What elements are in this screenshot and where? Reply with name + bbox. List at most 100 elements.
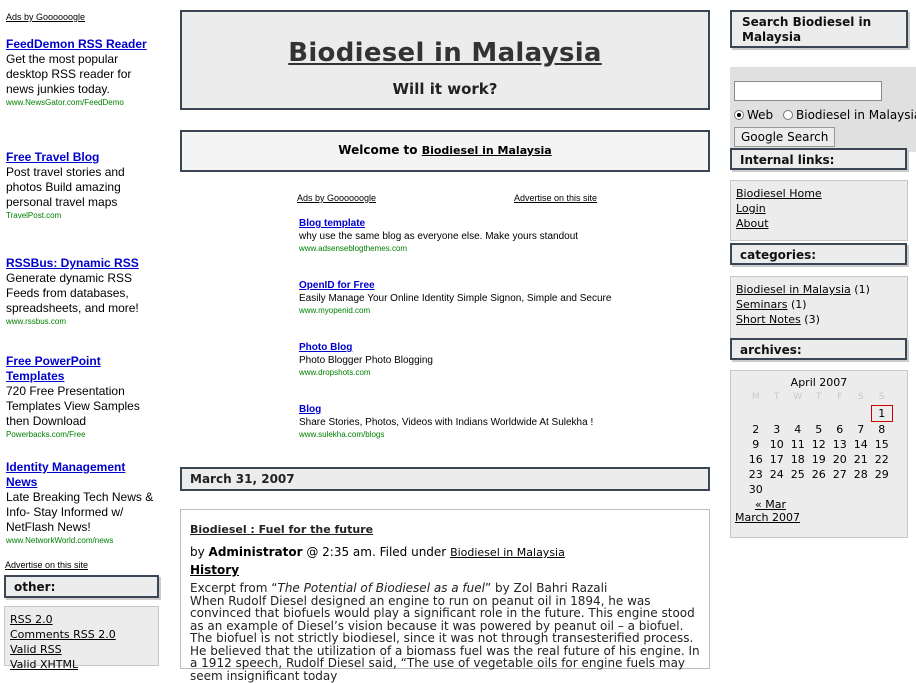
radio-web[interactable] xyxy=(734,110,744,120)
calendar-grid: M T W T F S S 1 2 3 4 5 6 7 8 9 10 11 12 13 14 15 16 17 1… xyxy=(745,390,893,497)
excerpt-author: ” by Zol Bahri Razali xyxy=(484,581,608,595)
calendar-day: 6 xyxy=(836,422,844,436)
calendar-empty-cell xyxy=(850,406,871,422)
ad-title-link[interactable]: Blog xyxy=(299,403,619,416)
advertise-link[interactable]: Advertise on this site xyxy=(5,560,88,570)
ad-url[interactable]: www.NetworkWorld.com/news xyxy=(6,535,156,546)
weekday-label: T xyxy=(816,392,822,403)
category-item: Seminars (1) xyxy=(736,297,902,312)
biodiesel-home-link[interactable]: Biodiesel Home xyxy=(736,186,902,201)
calendar-day: 30 xyxy=(748,483,763,496)
comments-rss-link[interactable]: Comments RSS 2.0 xyxy=(10,627,153,642)
ad-title-link[interactable]: Identity Management News xyxy=(6,460,156,490)
about-link[interactable]: About xyxy=(736,216,902,231)
calendar-day: 24 xyxy=(769,468,784,481)
calendar-day: 12 xyxy=(811,438,826,451)
weekday-label: S xyxy=(878,392,885,402)
calendar-day: 3 xyxy=(773,422,781,436)
other-links: RSS 2.0 Comments RSS 2.0 Valid RSS Valid… xyxy=(4,606,159,671)
calendar-empty-cell xyxy=(745,406,766,422)
previous-month-link[interactable]: « Mar xyxy=(755,498,786,511)
calendar-empty-cell xyxy=(808,482,829,497)
post-title-link[interactable]: Biodiesel : Fuel for the future xyxy=(190,523,373,536)
calendar-week: 2345678 xyxy=(745,422,892,438)
google-search-button[interactable]: Google Search xyxy=(734,127,836,147)
calendar-day: 26 xyxy=(811,468,826,481)
ad-url[interactable]: www.adsenseblogthemes.com xyxy=(299,243,619,254)
ad-title-link[interactable]: Free PowerPoint Templates xyxy=(6,354,156,384)
ad-text: Share Stories, Photos, Videos with India… xyxy=(299,417,594,428)
ad-title-link[interactable]: RSSBus: Dynamic RSS xyxy=(6,256,156,271)
ads-by-google-link[interactable]: Ads by Goooooogle xyxy=(297,193,376,203)
rss-link[interactable]: RSS 2.0 xyxy=(10,612,153,627)
ads-by-google-link[interactable]: Ads by Goooooogle xyxy=(6,12,156,22)
site-title-link[interactable]: Biodiesel in Malaysia xyxy=(288,38,602,68)
category-count: (3) xyxy=(804,313,820,326)
calendar-week: 23 24 25 26 27 28 29 xyxy=(745,467,892,482)
post-author: Administrator xyxy=(208,545,303,559)
calendar-day: 10 xyxy=(769,438,784,451)
center-ad-item: Photo Blog Photo Blogger Photo Blogging … xyxy=(299,341,619,378)
calendar-day: 1 xyxy=(870,405,893,422)
ad-text: Get the most popular desktop RSS reader … xyxy=(6,52,132,96)
calendar-empty-cell xyxy=(766,406,787,422)
ad-title-link[interactable]: Free Travel Blog xyxy=(6,150,156,165)
categories-heading: categories: xyxy=(730,243,907,265)
ad-url[interactable]: Powerbacks.com/Free xyxy=(6,429,156,440)
ad-text: Post travel stories and photos Build ama… xyxy=(6,165,125,209)
archive-month-link[interactable]: March 2007 xyxy=(735,511,800,524)
category-link[interactable]: Seminars xyxy=(736,298,788,311)
calendar-day: 4 xyxy=(794,422,802,436)
category-link[interactable]: Short Notes xyxy=(736,313,801,326)
advertise-link[interactable]: Advertise on this site xyxy=(514,193,597,203)
ad-url[interactable]: www.myopenid.com xyxy=(299,305,619,316)
ad-title-link[interactable]: Blog template xyxy=(299,217,619,230)
weekday-label: W xyxy=(793,392,803,403)
calendar-day: 16 xyxy=(748,453,763,466)
calendar-day: 8 xyxy=(878,423,886,436)
radio-site[interactable] xyxy=(783,110,793,120)
calendar-week: 30 xyxy=(745,482,892,497)
ad-url[interactable]: www.NewsGator.com/FeedDemo xyxy=(6,97,156,108)
ad-url[interactable]: www.sulekha.com/blogs xyxy=(299,429,619,440)
ad-text: Photo Blogger Photo Blogging xyxy=(299,355,433,366)
left-ad-item: Free PowerPoint Templates 720 Free Prese… xyxy=(6,354,156,440)
calendar-empty-cell xyxy=(766,482,787,497)
ad-url[interactable]: www.dropshots.com xyxy=(299,367,619,378)
calendar-title: April 2007 xyxy=(790,376,848,389)
valid-xhtml-link[interactable]: Valid XHTML xyxy=(10,657,153,672)
welcome-site-link[interactable]: Biodiesel in Malaysia xyxy=(422,144,552,157)
ad-text: why use the same blog as everyone else. … xyxy=(299,231,579,242)
post-category-link[interactable]: Biodiesel in Malaysia xyxy=(450,546,565,559)
calendar-day: 5 xyxy=(815,422,823,436)
center-ad-item: OpenID for Free Easily Manage Your Onlin… xyxy=(299,279,619,316)
category-link[interactable]: Biodiesel in Malaysia xyxy=(736,283,851,296)
calendar-day: 29 xyxy=(874,468,889,481)
ad-url[interactable]: www.rssbus.com xyxy=(6,316,156,327)
site-tagline: Will it work? xyxy=(392,80,498,98)
excerpt-work-title: The Potential of Biodiesel as a fuel xyxy=(277,581,485,595)
search-input[interactable] xyxy=(734,81,882,101)
search-form: Web Biodiesel in Malaysia Google Search xyxy=(730,67,916,152)
post: Biodiesel : Fuel for the future by Admin… xyxy=(180,509,710,682)
categories-list: Biodiesel in Malaysia (1) Seminars (1) S… xyxy=(730,276,908,339)
post-section-heading: History xyxy=(190,563,240,577)
calendar-day: 19 xyxy=(811,453,826,466)
excerpt-prefix: Excerpt from “ xyxy=(190,581,278,595)
calendar-day: 14 xyxy=(853,438,868,451)
ad-title-link[interactable]: OpenID for Free xyxy=(299,279,619,292)
login-link[interactable]: Login xyxy=(736,201,902,216)
ad-text: Late Breaking Tech News & Info- Stay Inf… xyxy=(6,490,154,534)
calendar-empty-cell xyxy=(829,406,850,422)
calendar-day: 20 xyxy=(832,453,847,466)
calendar-day: 9 xyxy=(752,438,760,451)
valid-rss-link[interactable]: Valid RSS xyxy=(10,642,153,657)
ad-title-link[interactable]: Photo Blog xyxy=(299,341,619,354)
ad-title-link[interactable]: FeedDemon RSS Reader xyxy=(6,37,156,52)
site-header: Biodiesel in Malaysia Will it work? xyxy=(180,10,710,110)
calendar-day: 28 xyxy=(853,468,868,481)
calendar-day: 23 xyxy=(748,468,763,481)
calendar-day: 27 xyxy=(832,468,847,481)
internal-links-heading: Internal links: xyxy=(730,148,907,170)
ad-url[interactable]: TravelPost.com xyxy=(6,210,156,221)
